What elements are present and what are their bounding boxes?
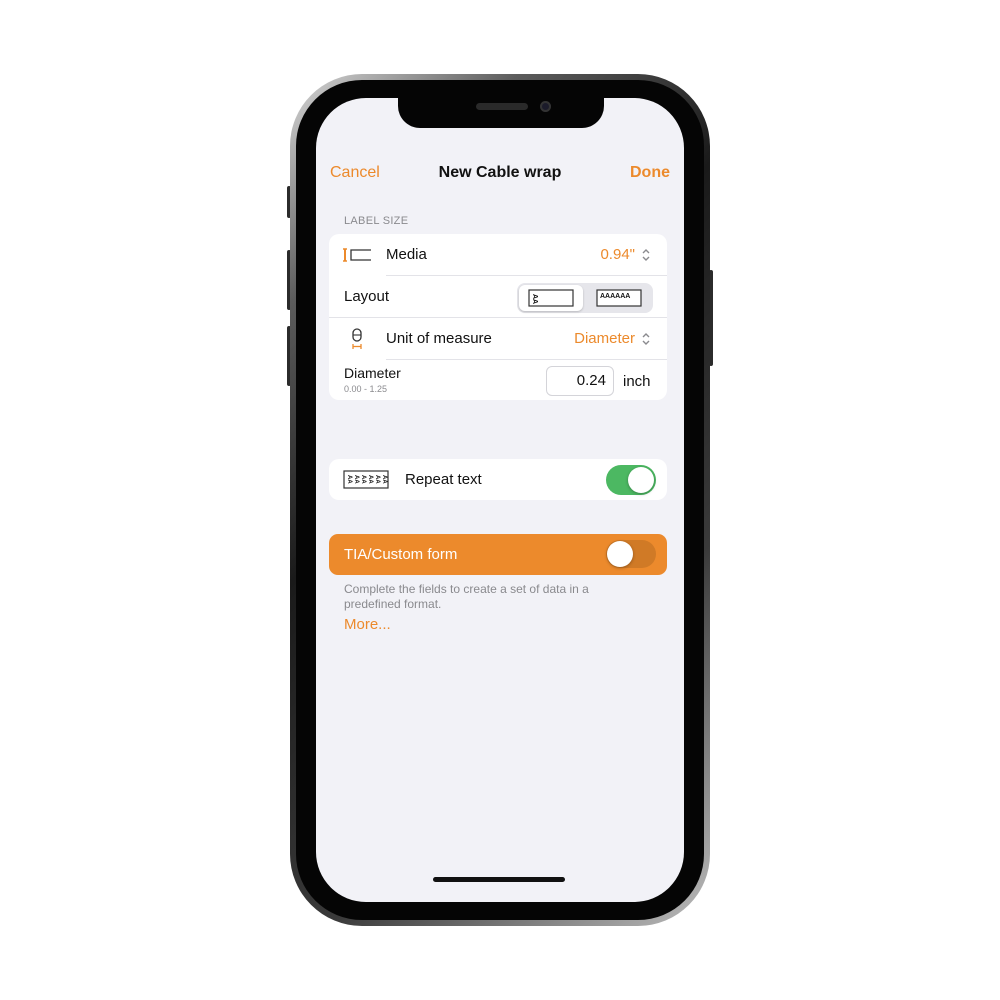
media-row[interactable]: Media 0.94" <box>329 234 667 275</box>
unit-of-measure-row[interactable]: Unit of measure Diameter <box>329 318 667 359</box>
svg-text:AA: AA <box>381 475 387 484</box>
media-label: Media <box>386 246 427 263</box>
horizontal-layout-icon: AAAAAA <box>596 289 642 307</box>
screen: Cancel New Cable wrap Done LABEL SIZE Me… <box>316 98 684 902</box>
diameter-row: Diameter 0.00 - 1.25 0.24 inch <box>329 360 667 400</box>
home-indicator[interactable] <box>433 877 565 882</box>
toggle-knob <box>607 541 633 567</box>
svg-text:AA: AA <box>367 475 373 484</box>
label-size-group: Media 0.94" Layout AA AAAAAA Unit of mea… <box>329 234 667 400</box>
chevron-updown-icon <box>642 333 650 345</box>
tia-custom-form-label: TIA/Custom form <box>344 546 458 563</box>
svg-text:AA: AA <box>353 475 359 484</box>
front-camera-icon <box>540 101 551 112</box>
svg-text:AA: AA <box>531 294 538 304</box>
speaker-grille <box>476 103 528 110</box>
tia-custom-form-row[interactable]: TIA/Custom form <box>329 534 667 575</box>
repeat-text-group: AA AA AA AA AA AA Repeat text <box>329 459 667 500</box>
layout-segmented-control[interactable]: AA AAAAAA <box>517 283 653 313</box>
svg-text:AA: AA <box>360 475 366 484</box>
layout-row: Layout AA AAAAAA <box>329 276 667 317</box>
media-value: 0.94" <box>600 246 635 263</box>
layout-option-horizontal[interactable]: AAAAAA <box>587 285 651 311</box>
done-button[interactable]: Done <box>630 164 670 182</box>
media-width-icon <box>343 248 371 262</box>
more-link[interactable]: More... <box>344 616 391 633</box>
vertical-layout-icon: AA <box>528 289 574 307</box>
phone-frame: Cancel New Cable wrap Done LABEL SIZE Me… <box>290 74 710 926</box>
tia-description: Complete the fields to create a set of d… <box>344 582 589 611</box>
diameter-label: Diameter <box>344 365 401 381</box>
toggle-knob <box>628 467 654 493</box>
cable-diameter-icon <box>352 328 362 349</box>
layout-label: Layout <box>344 288 390 305</box>
svg-text:AA: AA <box>374 475 380 484</box>
navigation-bar: Cancel New Cable wrap Done <box>316 156 684 188</box>
diameter-unit: inch <box>623 373 651 390</box>
chevron-updown-icon <box>642 249 650 261</box>
unit-of-measure-label: Unit of measure <box>386 330 492 347</box>
tia-custom-form-toggle[interactable] <box>606 540 656 568</box>
notch <box>398 98 604 128</box>
page-title: New Cable wrap <box>438 164 562 181</box>
section-header-label-size: LABEL SIZE <box>344 215 409 227</box>
diameter-input[interactable]: 0.24 <box>546 366 614 396</box>
repeat-text-label: Repeat text <box>405 471 482 488</box>
repeat-text-toggle[interactable] <box>606 465 656 495</box>
unit-of-measure-value: Diameter <box>574 330 635 347</box>
diameter-range: 0.00 - 1.25 <box>344 384 388 394</box>
layout-option-vertical[interactable]: AA <box>519 285 583 311</box>
svg-text:AAAAAA: AAAAAA <box>600 293 630 300</box>
repeat-text-icon: AA AA AA AA AA AA <box>343 470 389 489</box>
svg-text:AA: AA <box>346 475 352 484</box>
